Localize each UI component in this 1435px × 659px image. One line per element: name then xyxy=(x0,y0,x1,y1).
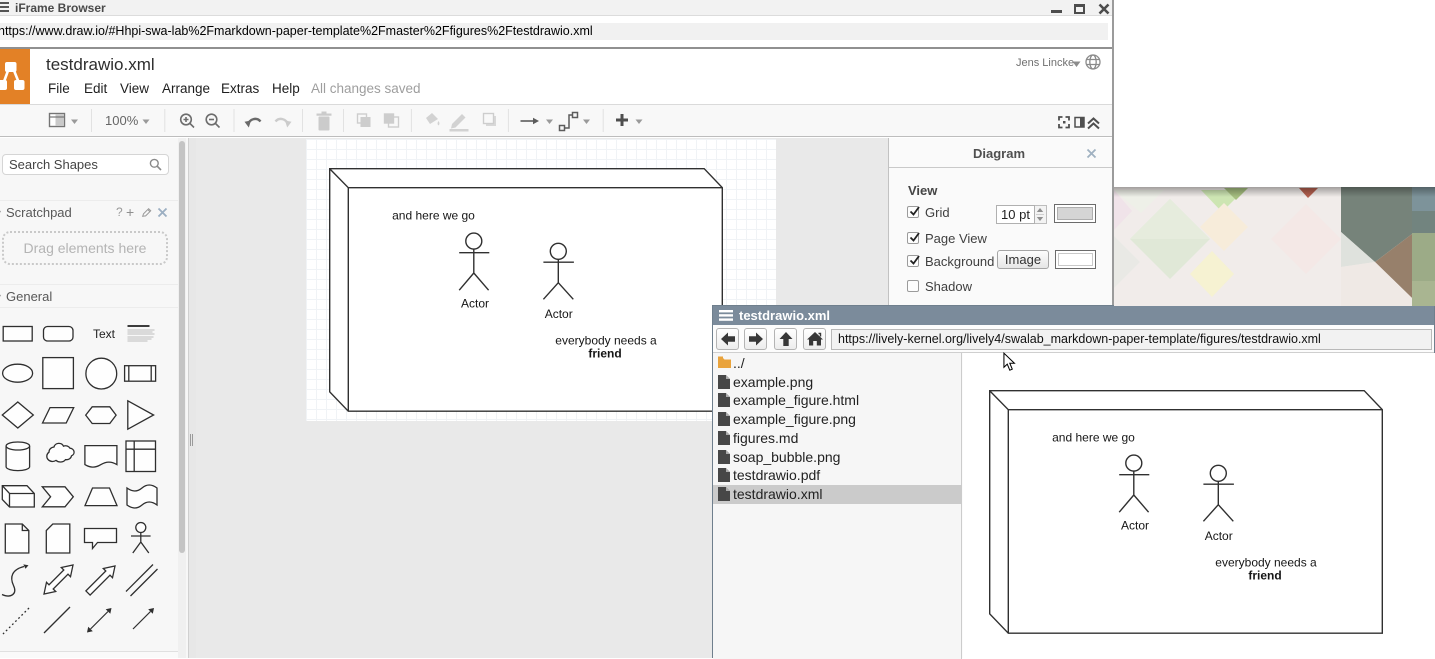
svg-text:everybody needs a: everybody needs a xyxy=(555,333,657,347)
svg-text:Actor: Actor xyxy=(545,307,573,321)
svg-text:Text: Text xyxy=(93,327,116,341)
svg-text:Actor: Actor xyxy=(461,297,489,311)
svg-text:and here we go: and here we go xyxy=(392,209,475,223)
svg-text:friend: friend xyxy=(588,346,621,360)
svg-text:100%: 100% xyxy=(105,113,139,128)
